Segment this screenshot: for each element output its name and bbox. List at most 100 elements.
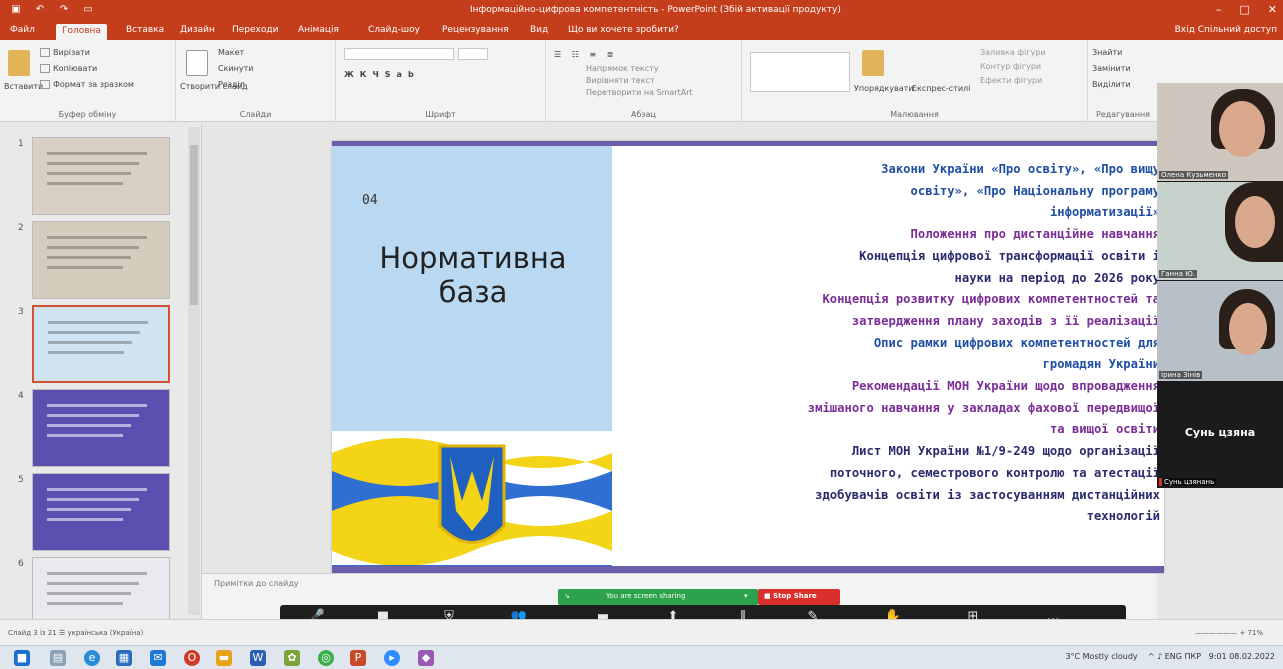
thumbnails-scrollbar[interactable] [188,127,200,615]
powerpoint-icon[interactable]: P [350,650,366,666]
scrollbar-thumb[interactable] [190,145,198,305]
current-slide[interactable]: 04 Нормативна база Закони України «Про о… [332,141,1164,573]
thumbnail-text-line [47,162,139,165]
reset-button[interactable]: Скинути [218,64,253,73]
ribbon-group-editing: Знайти Замінити Виділити Редагування [1088,40,1158,122]
chrome-icon[interactable]: ◎ [318,650,334,666]
replace-button[interactable]: Замінити [1092,64,1131,73]
thumbnail-text-line [47,572,147,575]
share-dropdown-icon[interactable]: ▾ [744,592,748,600]
format-painter-button[interactable]: Формат за зразком [40,80,134,89]
shape-fill-button[interactable]: Заливка фігури [980,48,1046,57]
slide-text-line: освіту», «Про Національну програму [910,183,1160,198]
tab-animations[interactable]: Анімація [298,25,339,35]
paste-icon[interactable] [8,50,30,76]
group-label-paragraph: Абзац [630,110,656,119]
screen-sharing-banner[interactable]: ↘ You are screen sharing ▾ [558,589,758,605]
slide-heading[interactable]: Нормативна база [342,241,604,309]
thumbnail-text-line [47,488,147,491]
share-status-text: You are screen sharing [606,592,686,600]
slide-thumbnail[interactable] [32,221,170,299]
layout-button[interactable]: Макет [218,48,244,57]
section-button[interactable]: Розділ [218,80,245,89]
redo-icon[interactable]: ↷ [58,4,70,16]
shape-outline-button[interactable]: Контур фігури [980,62,1041,71]
zoom-slider[interactable]: —————— + 71% [1195,629,1263,637]
tab-view[interactable]: Вид [530,25,548,35]
font-name-dropdown[interactable] [344,48,454,60]
tab-home[interactable]: Головна [56,24,107,40]
thumbnail-number: 3 [18,307,24,317]
new-slide-icon[interactable] [186,50,208,76]
start-icon[interactable]: ■ [14,650,30,666]
app-icon[interactable]: ◆ [418,650,434,666]
slide-text-line: Закони України «Про освіту», «Про вищу [881,162,1160,176]
thumbnail-text-line [47,256,131,259]
slide-body-text[interactable]: Закони України «Про освіту», «Про вищу ос… [614,159,1160,559]
tell-me-search[interactable]: Що ви хочете зробити? [568,25,679,35]
word-icon[interactable]: W [250,650,266,666]
shape-effects-button[interactable]: Ефекти фігури [980,76,1042,85]
tab-review[interactable]: Рецензування [442,25,509,35]
tab-file[interactable]: Файл [10,25,35,35]
tray-icons[interactable]: ^ ♪ ENG ПКР [1148,652,1201,661]
video-tile-3[interactable]: Ірина Зінів [1157,281,1283,381]
minimize-button[interactable]: – [1216,3,1222,16]
tab-insert[interactable]: Вставка [126,25,164,35]
align-text-button[interactable]: Вирівняти текст [586,76,655,85]
video-tile-2[interactable]: Ганна Ю. [1157,182,1283,280]
slide-thumbnail[interactable] [32,473,170,551]
maximize-button[interactable]: □ [1239,3,1249,16]
select-button[interactable]: Виділити [1092,80,1131,89]
video-tile-1[interactable]: Олена Кузьменко [1157,83,1283,181]
cut-button[interactable]: Вирізати [40,48,90,57]
slide-thumbnail[interactable] [32,137,170,215]
slide-thumbnail[interactable] [32,557,170,619]
store-icon[interactable]: ▦ [116,650,132,666]
status-bar: Слайд 3 із 21 ☰ українська (Україна) ———… [0,619,1283,645]
slide-thumbnail[interactable] [32,305,170,383]
slide-text-line: Концепція цифрової трансформації освіти … [859,248,1160,263]
task-view-icon[interactable]: ▤ [50,650,66,666]
text-direction-button[interactable]: Напрямок тексту [586,64,659,73]
share-button[interactable]: Вхід Спільний доступ [1175,25,1277,35]
tab-transitions[interactable]: Переходи [232,25,278,35]
font-format-buttons[interactable]: ЖКЧSab [344,70,420,79]
list-buttons[interactable]: ☰ ☷ ≡ ≣ [554,50,617,59]
slide-text-line: Опис рамки цифрових компетентностей для [873,335,1160,350]
thumbnail-text-line [47,414,139,417]
tab-design[interactable]: Дизайн [180,25,215,35]
arrange-button[interactable]: Упорядкувати [854,84,913,93]
start-slideshow-icon[interactable]: ▭ [82,4,94,16]
font-size-dropdown[interactable] [458,48,488,60]
find-button[interactable]: Знайти [1092,48,1122,57]
clock-date[interactable]: 08.02.2022 [1229,652,1275,661]
mail-icon[interactable]: ✉ [150,650,166,666]
edge-icon[interactable]: e [84,650,100,666]
quick-styles-button[interactable]: Експрес-стилі [912,84,970,93]
thumbnail-text-line [47,602,123,605]
smartart-button[interactable]: Перетворити на SmartArt [586,88,693,97]
slide-thumbnail[interactable] [32,389,170,467]
undo-icon[interactable]: ↶ [34,4,46,16]
file-explorer-icon[interactable]: ▬ [216,650,232,666]
thumbnail-text-line [47,182,123,185]
stop-share-button[interactable]: ■ Stop Share [758,589,840,605]
photos-icon[interactable]: ✿ [284,650,300,666]
shapes-gallery[interactable] [750,52,850,92]
thumbnail-text-line [47,434,123,437]
weather-widget[interactable]: 3°C Mostly cloudy [1065,652,1137,661]
slide-text-line: здобувачів освіти із застосуванням диста… [815,487,1160,502]
paste-button[interactable]: Вставити [4,82,43,91]
clock-time[interactable]: 9:01 [1209,652,1227,661]
thumbnail-text-line [47,404,147,407]
opera-icon[interactable]: O [184,650,200,666]
tab-slideshow[interactable]: Слайд-шоу [368,25,420,35]
save-icon[interactable]: ▣ [10,4,22,16]
arrange-icon[interactable] [862,50,884,76]
zoom-icon[interactable]: ▸ [384,650,400,666]
copy-button[interactable]: Копіювати [40,64,97,73]
close-button[interactable]: ✕ [1268,3,1277,16]
participant-2-face [1235,196,1275,248]
video-tile-4[interactable]: Сунь цзяна Сунь цзянань [1157,382,1283,488]
